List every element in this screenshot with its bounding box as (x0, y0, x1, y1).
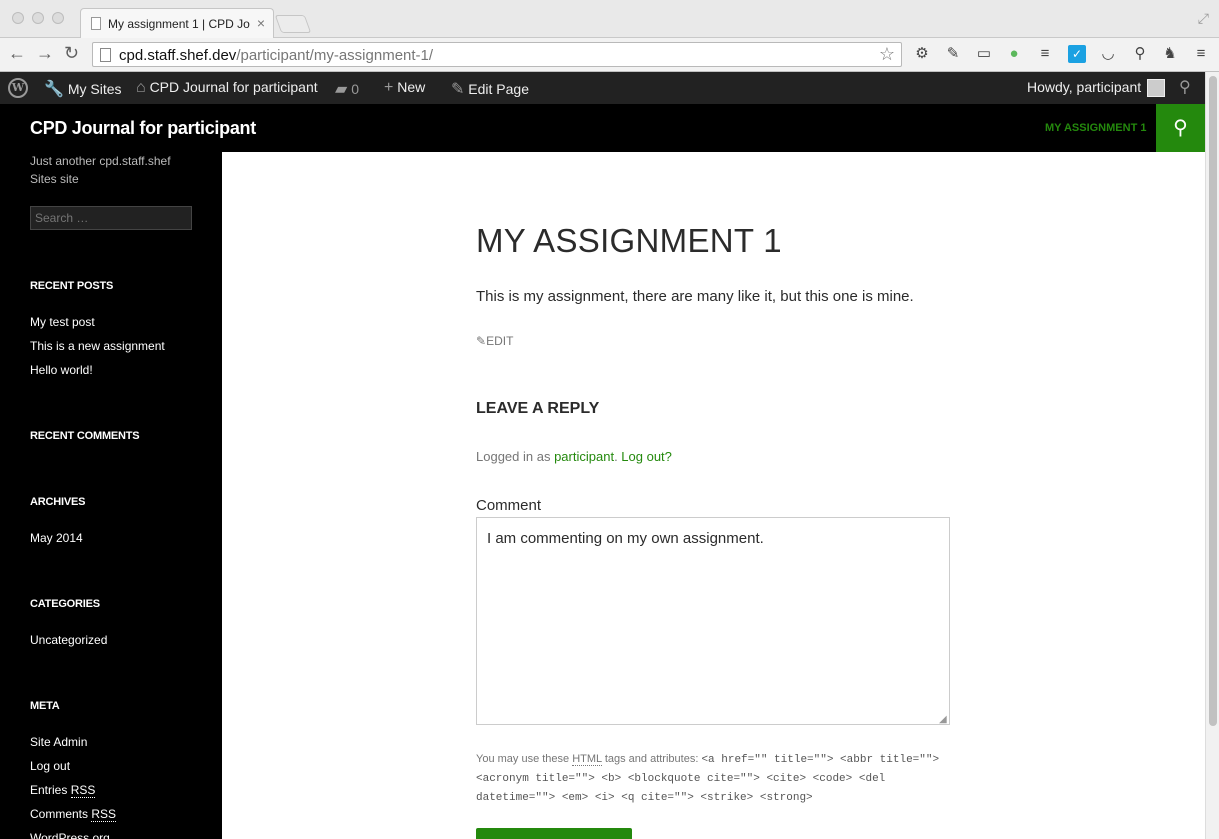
page-scrollbar[interactable] (1205, 72, 1219, 839)
meta-entries-rss-link[interactable]: Entries RSS (30, 783, 96, 798)
scrollbar-thumb[interactable] (1209, 76, 1217, 726)
evernote-icon[interactable]: ♞ (1161, 45, 1179, 63)
reload-icon[interactable]: ↻ (64, 43, 79, 64)
avatar[interactable] (1147, 79, 1165, 97)
pencil-icon: ✎ (451, 81, 465, 98)
search-icon[interactable]: ⚲ (1179, 77, 1191, 97)
meta-comments-rss-link[interactable]: Comments RSS (30, 807, 117, 822)
site-header: CPD Journal for participant MY ASSIGNMEN… (0, 104, 1205, 152)
recent-post-link[interactable]: This is a new assignment (30, 339, 165, 353)
edit-link[interactable]: ✎EDIT (476, 334, 513, 348)
checkbox-extension-icon[interactable]: ✓ (1068, 45, 1086, 63)
search-icon: ⚲ (1173, 117, 1188, 139)
page-icon (100, 48, 111, 62)
hangouts-icon[interactable]: ● (1005, 45, 1023, 63)
widget-title-meta: META (30, 700, 60, 712)
widget-title-archives: ARCHIVES (30, 496, 86, 508)
widget-title-recent-posts: RECENT POSTS (30, 280, 114, 292)
browser-toolbar: ← → ↻ cpd.staff.shef.dev/participant/my-… (0, 38, 1219, 72)
address-bar[interactable]: cpd.staff.shef.dev/participant/my-assign… (92, 42, 902, 67)
logged-in-notice: Logged in as participant. Log out? (476, 449, 672, 464)
home-icon: ⌂ (136, 79, 146, 96)
category-link[interactable]: Uncategorized (30, 633, 107, 647)
maximize-window-button[interactable] (52, 12, 64, 24)
resize-handle-icon[interactable]: ◢ (939, 714, 947, 725)
minimize-window-button[interactable] (32, 12, 44, 24)
gear-icon[interactable]: ⚙ (913, 45, 931, 63)
new-tab-button[interactable] (274, 15, 312, 33)
pencil-icon: ✎ (476, 334, 487, 348)
bookmark-star-icon[interactable]: ☆ (879, 44, 895, 65)
url-text: cpd.staff.shef.dev/participant/my-assign… (119, 47, 434, 64)
nav-item-my-assignment-1[interactable]: MY ASSIGNMENT 1 (1045, 122, 1146, 134)
site-title[interactable]: CPD Journal for participant (30, 118, 256, 139)
site-name-menu[interactable]: ⌂ CPD Journal for participant (136, 79, 318, 97)
forward-icon[interactable]: → (36, 43, 54, 64)
meta-log-out-link[interactable]: Log out (30, 759, 70, 773)
browser-tab[interactable]: My assignment 1 | CPD Journal for partic… (80, 8, 274, 38)
wordpress-logo-icon[interactable]: W (8, 78, 28, 98)
page-icon (91, 17, 101, 30)
post-comment-button[interactable] (476, 828, 632, 839)
menu-icon[interactable]: ≡ (1192, 45, 1210, 63)
fullscreen-icon[interactable]: ⤢ (1198, 10, 1209, 27)
recent-post-link[interactable]: Hello world! (30, 363, 93, 377)
widget-title-categories: CATEGORIES (30, 598, 100, 610)
meta-wordpress-link[interactable]: WordPress.org (30, 831, 110, 839)
reply-title: LEAVE A REPLY (476, 400, 600, 417)
wrench-icon: 🔧 (44, 81, 64, 98)
back-icon[interactable]: ← (8, 43, 26, 64)
cast-icon[interactable]: ▭ (975, 45, 993, 63)
sidebar-search-input[interactable] (30, 206, 192, 230)
comment-bubble-icon: ▰ (335, 81, 348, 98)
edit-page-link[interactable]: ✎ Edit Page (451, 79, 529, 99)
archive-link[interactable]: May 2014 (30, 531, 83, 545)
meta-site-admin-link[interactable]: Site Admin (30, 735, 87, 749)
comment-textarea[interactable]: I am commenting on my own assignment. (476, 517, 950, 725)
howdy-user-menu[interactable]: Howdy, participant (1027, 79, 1141, 95)
buffer-icon[interactable]: ≡ (1036, 45, 1054, 63)
recent-post-link[interactable]: My test post (30, 315, 95, 329)
user-profile-link[interactable]: participant (554, 449, 614, 464)
pocket-icon[interactable]: ◡ (1099, 45, 1117, 63)
sidebar: Just another cpd.staff.shef Sites site R… (0, 152, 222, 839)
tab-title: My assignment 1 | CPD Journal for partic… (108, 17, 250, 31)
my-sites-menu[interactable]: 🔧 My Sites (44, 79, 122, 99)
site-tagline: Just another cpd.staff.shef Sites site (30, 154, 171, 186)
allowed-tags-note: You may use these HTML tags and attribut… (476, 753, 940, 804)
comment-label: Comment (476, 497, 542, 514)
search-toggle-button[interactable]: ⚲ (1156, 104, 1205, 152)
comments-menu[interactable]: ▰ 0 (335, 79, 359, 99)
logout-link[interactable]: Log out? (621, 449, 672, 464)
pin-icon[interactable]: ⚲ (1131, 45, 1149, 63)
widget-title-recent-comments: RECENT COMMENTS (30, 430, 140, 442)
close-window-button[interactable] (12, 12, 24, 24)
wp-admin-bar: W 🔧 My Sites ⌂ CPD Journal for participa… (0, 72, 1205, 104)
page-body-text: This is my assignment, there are many li… (476, 288, 914, 305)
close-tab-icon[interactable]: × (257, 15, 265, 31)
eyedropper-icon[interactable]: ✎ (944, 45, 962, 63)
page-title: MY ASSIGNMENT 1 (476, 222, 782, 259)
main-content: MY ASSIGNMENT 1 This is my assignment, t… (222, 152, 1205, 839)
new-content-menu[interactable]: + New (384, 79, 425, 97)
browser-tabstrip: My assignment 1 | CPD Journal for partic… (0, 0, 1219, 38)
plus-icon: + (384, 79, 394, 96)
